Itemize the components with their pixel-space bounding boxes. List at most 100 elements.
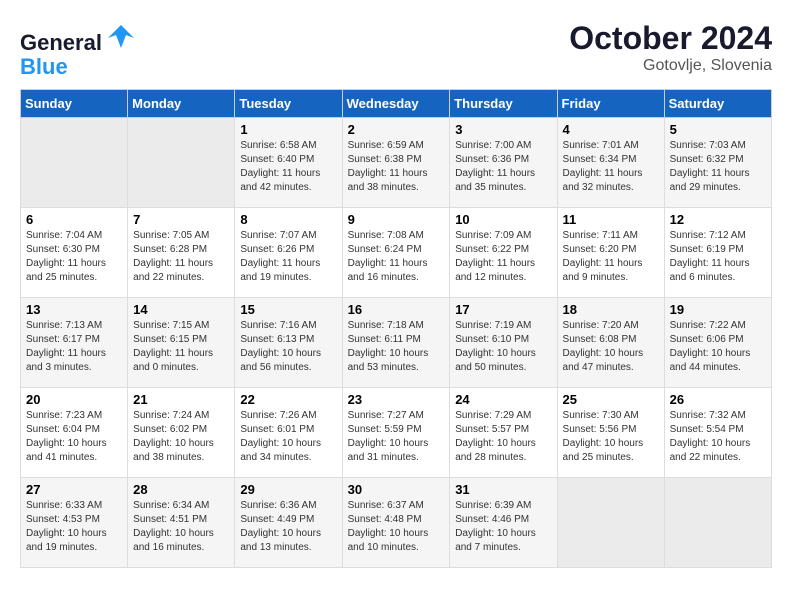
day-number: 17 [455,302,551,317]
day-number: 9 [348,212,445,227]
day-number: 12 [670,212,766,227]
day-info: Sunrise: 7:20 AMSunset: 6:08 PMDaylight:… [563,319,659,375]
calendar-header-row: SundayMondayTuesdayWednesdayThursdayFrid… [21,90,772,118]
day-info: Sunrise: 6:39 AMSunset: 4:46 PMDaylight:… [455,499,551,555]
calendar-cell: 15 Sunrise: 7:16 AMSunset: 6:13 PMDayligh… [235,298,342,388]
calendar-cell: 4Sunrise: 7:01 AMSunset: 6:34 PMDaylight… [557,118,664,208]
day-number: 15 [240,302,336,317]
calendar-cell: 13 Sunrise: 7:13 AMSunset: 6:17 PMDayligh… [21,298,128,388]
column-header-friday: Friday [557,90,664,118]
column-header-saturday: Saturday [664,90,771,118]
day-number: 3 [455,122,551,137]
calendar-cell: 10 Sunrise: 7:09 AMSunset: 6:22 PMDayligh… [450,208,557,298]
day-number: 29 [240,482,336,497]
calendar-cell: 28 Sunrise: 6:34 AMSunset: 4:51 PMDayligh… [128,478,235,568]
day-info: Sunrise: 7:27 AMSunset: 5:59 PMDaylight:… [348,409,445,465]
day-info: Sunrise: 7:03 AMSunset: 6:32 PMDaylight:… [670,139,766,195]
calendar-cell: 24 Sunrise: 7:29 AMSunset: 5:57 PMDayligh… [450,388,557,478]
day-number: 20 [26,392,122,407]
calendar-table: SundayMondayTuesdayWednesdayThursdayFrid… [20,89,772,568]
calendar-cell: 18 Sunrise: 7:20 AMSunset: 6:08 PMDayligh… [557,298,664,388]
calendar-week-row: 27 Sunrise: 6:33 AMSunset: 4:53 PMDayligh… [21,478,772,568]
day-info: Sunrise: 7:29 AMSunset: 5:57 PMDaylight:… [455,409,551,465]
day-info: Sunrise: 7:32 AMSunset: 5:54 PMDaylight:… [670,409,766,465]
calendar-cell: 1Sunrise: 6:58 AMSunset: 6:40 PMDaylight… [235,118,342,208]
calendar-cell: 20 Sunrise: 7:23 AMSunset: 6:04 PMDayligh… [21,388,128,478]
day-info: Sunrise: 7:08 AMSunset: 6:24 PMDaylight:… [348,229,445,285]
day-info: Sunrise: 6:34 AMSunset: 4:51 PMDaylight:… [133,499,229,555]
calendar-cell: 27 Sunrise: 6:33 AMSunset: 4:53 PMDayligh… [21,478,128,568]
day-number: 31 [455,482,551,497]
day-number: 27 [26,482,122,497]
calendar-cell: 14 Sunrise: 7:15 AMSunset: 6:15 PMDayligh… [128,298,235,388]
day-number: 24 [455,392,551,407]
day-info: Sunrise: 7:22 AMSunset: 6:06 PMDaylight:… [670,319,766,375]
day-info: Sunrise: 7:13 AMSunset: 6:17 PMDaylight:… [26,319,122,375]
day-info: Sunrise: 7:15 AMSunset: 6:15 PMDaylight:… [133,319,229,375]
day-info: Sunrise: 7:19 AMSunset: 6:10 PMDaylight:… [455,319,551,375]
calendar-week-row: 6 Sunrise: 7:04 AMSunset: 6:30 PMDaylight… [21,208,772,298]
day-info: Sunrise: 7:16 AMSunset: 6:13 PMDaylight:… [240,319,336,375]
day-number: 21 [133,392,229,407]
day-number: 14 [133,302,229,317]
page-header: General Blue October 2024 Gotovlje, Slov… [20,20,772,79]
day-number: 10 [455,212,551,227]
calendar-cell: 7 Sunrise: 7:05 AMSunset: 6:28 PMDaylight… [128,208,235,298]
logo: General Blue [20,20,136,79]
day-info: Sunrise: 7:30 AMSunset: 5:56 PMDaylight:… [563,409,659,465]
day-number: 25 [563,392,659,407]
day-number: 22 [240,392,336,407]
day-info: Sunrise: 7:26 AMSunset: 6:01 PMDaylight:… [240,409,336,465]
day-number: 6 [26,212,122,227]
day-info: Sunrise: 6:37 AMSunset: 4:48 PMDaylight:… [348,499,445,555]
calendar-cell: 2Sunrise: 6:59 AMSunset: 6:38 PMDaylight… [342,118,450,208]
calendar-cell: 11 Sunrise: 7:11 AMSunset: 6:20 PMDayligh… [557,208,664,298]
day-info: Sunrise: 7:23 AMSunset: 6:04 PMDaylight:… [26,409,122,465]
calendar-cell: 25 Sunrise: 7:30 AMSunset: 5:56 PMDayligh… [557,388,664,478]
day-info: Sunrise: 7:05 AMSunset: 6:28 PMDaylight:… [133,229,229,285]
day-number: 16 [348,302,445,317]
day-info: Sunrise: 7:00 AMSunset: 6:36 PMDaylight:… [455,139,551,195]
day-number: 18 [563,302,659,317]
calendar-cell: 12 Sunrise: 7:12 AMSunset: 6:19 PMDayligh… [664,208,771,298]
day-number: 28 [133,482,229,497]
calendar-cell: 6 Sunrise: 7:04 AMSunset: 6:30 PMDaylight… [21,208,128,298]
column-header-sunday: Sunday [21,90,128,118]
calendar-cell: 5 Sunrise: 7:03 AMSunset: 6:32 PMDaylight… [664,118,771,208]
day-info: Sunrise: 7:18 AMSunset: 6:11 PMDaylight:… [348,319,445,375]
day-number: 7 [133,212,229,227]
title-block: October 2024 Gotovlje, Slovenia [569,20,772,75]
day-info: Sunrise: 6:36 AMSunset: 4:49 PMDaylight:… [240,499,336,555]
logo-blue: Blue [20,54,68,79]
calendar-week-row: 20 Sunrise: 7:23 AMSunset: 6:04 PMDayligh… [21,388,772,478]
calendar-cell: 29 Sunrise: 6:36 AMSunset: 4:49 PMDayligh… [235,478,342,568]
day-number: 11 [563,212,659,227]
calendar-cell: 31 Sunrise: 6:39 AMSunset: 4:46 PMDayligh… [450,478,557,568]
calendar-cell: 17 Sunrise: 7:19 AMSunset: 6:10 PMDayligh… [450,298,557,388]
day-number: 26 [670,392,766,407]
day-number: 19 [670,302,766,317]
calendar-cell: 9 Sunrise: 7:08 AMSunset: 6:24 PMDaylight… [342,208,450,298]
column-header-thursday: Thursday [450,90,557,118]
day-number: 5 [670,122,766,137]
calendar-week-row: 13 Sunrise: 7:13 AMSunset: 6:17 PMDayligh… [21,298,772,388]
column-header-monday: Monday [128,90,235,118]
day-info: Sunrise: 7:11 AMSunset: 6:20 PMDaylight:… [563,229,659,285]
calendar-cell: 21Sunrise: 7:24 AMSunset: 6:02 PMDayligh… [128,388,235,478]
day-info: Sunrise: 7:01 AMSunset: 6:34 PMDaylight:… [563,139,659,195]
calendar-cell: 22 Sunrise: 7:26 AMSunset: 6:01 PMDayligh… [235,388,342,478]
calendar-cell [21,118,128,208]
day-number: 13 [26,302,122,317]
day-info: Sunrise: 6:33 AMSunset: 4:53 PMDaylight:… [26,499,122,555]
day-info: Sunrise: 7:09 AMSunset: 6:22 PMDaylight:… [455,229,551,285]
logo-bird-icon [106,20,136,50]
calendar-cell: 8Sunrise: 7:07 AMSunset: 6:26 PMDaylight… [235,208,342,298]
day-number: 1 [240,122,336,137]
day-info: Sunrise: 7:07 AMSunset: 6:26 PMDaylight:… [240,229,336,285]
day-info: Sunrise: 7:04 AMSunset: 6:30 PMDaylight:… [26,229,122,285]
calendar-cell: 3 Sunrise: 7:00 AMSunset: 6:36 PMDaylight… [450,118,557,208]
calendar-cell [664,478,771,568]
day-info: Sunrise: 7:12 AMSunset: 6:19 PMDaylight:… [670,229,766,285]
calendar-cell [557,478,664,568]
calendar-cell: 19 Sunrise: 7:22 AMSunset: 6:06 PMDayligh… [664,298,771,388]
